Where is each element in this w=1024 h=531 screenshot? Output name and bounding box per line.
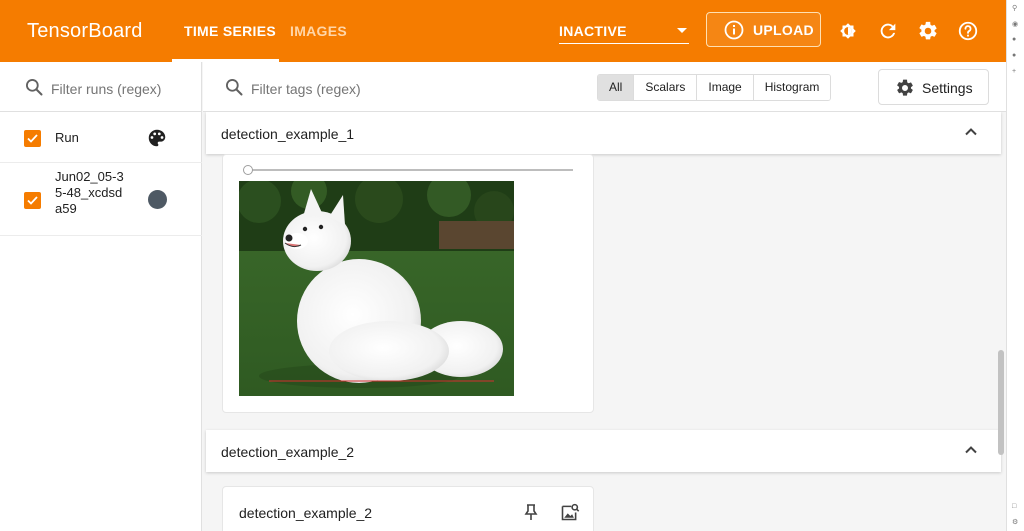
tab-images[interactable]: IMAGES xyxy=(290,23,347,39)
select-all-runs-checkbox[interactable] xyxy=(24,130,41,147)
settings-icon xyxy=(897,79,913,96)
plugin-select-value: INACTIVE xyxy=(559,23,627,39)
top-app-bar: TensorBoard TIME SERIES IMAGES INACTIVE … xyxy=(0,0,1006,62)
type-image-button[interactable]: Image xyxy=(697,75,754,100)
tags-filter-input[interactable]: Filter tags (regex) xyxy=(251,81,361,97)
strip-apps-icon[interactable]: ● xyxy=(1012,36,1016,43)
checkmark-icon xyxy=(27,134,38,143)
strip-gear-icon[interactable]: ⚙ xyxy=(1012,518,1018,526)
checkmark-icon xyxy=(27,196,38,205)
group-header-detection-example-1[interactable]: detection_example_1 xyxy=(206,112,1001,154)
help-icon[interactable] xyxy=(957,20,979,42)
strip-search-icon[interactable]: ⚲ xyxy=(1012,4,1017,12)
main-content: detection_example_1 detection_example_2 … xyxy=(203,112,1006,531)
runs-header-label: Run xyxy=(55,130,79,145)
dropdown-caret-icon xyxy=(677,28,687,33)
runs-header-row: Run xyxy=(0,113,202,163)
group-title: detection_example_1 xyxy=(221,126,355,142)
run-checkbox[interactable] xyxy=(24,192,41,209)
tab-time-series[interactable]: TIME SERIES xyxy=(184,23,276,39)
strip-add-icon[interactable]: + xyxy=(1012,68,1016,75)
runs-filter[interactable]: Filter runs (regex) xyxy=(0,62,202,112)
settings-button[interactable]: Settings xyxy=(878,69,989,105)
info-icon xyxy=(724,20,744,40)
content-scrollbar[interactable] xyxy=(998,350,1004,455)
strip-extension-icon[interactable]: ◉ xyxy=(1012,20,1018,28)
strip-github-icon[interactable]: ● xyxy=(1012,52,1016,59)
run-row[interactable]: Jun02_05-35-48_xcdsda59 xyxy=(0,164,202,236)
app-title[interactable]: TensorBoard xyxy=(27,20,143,43)
palette-icon[interactable] xyxy=(146,127,168,149)
upload-label: UPLOAD xyxy=(753,22,814,38)
type-scalars-button[interactable]: Scalars xyxy=(634,75,698,100)
type-all-button[interactable]: All xyxy=(598,75,635,100)
inactive-plugins-select[interactable]: INACTIVE xyxy=(559,20,689,44)
settings-gear-icon[interactable] xyxy=(917,20,939,42)
theme-toggle-icon[interactable] xyxy=(837,20,859,42)
run-name: Jun02_05-35-48_xcdsda59 xyxy=(55,169,124,216)
type-histogram-button[interactable]: Histogram xyxy=(753,75,831,100)
search-icon xyxy=(226,79,243,96)
pin-icon[interactable] xyxy=(523,503,539,521)
step-slider-thumb[interactable] xyxy=(243,165,253,175)
group-title: detection_example_2 xyxy=(221,444,355,460)
group-header-detection-example-2[interactable]: detection_example_2 xyxy=(206,430,1001,472)
runs-filter-placeholder: Filter runs (regex) xyxy=(51,81,162,97)
reload-icon[interactable] xyxy=(877,20,899,42)
runs-sidebar: Filter runs (regex) Run Jun02_05-35-48_x… xyxy=(0,62,202,531)
card-title: detection_example_2 xyxy=(239,505,373,521)
main-toolbar: Filter tags (regex) All Scalars Image Hi… xyxy=(203,62,1006,112)
step-slider-track[interactable] xyxy=(251,169,573,171)
chevron-up-icon[interactable] xyxy=(963,124,979,140)
dog-detection-image[interactable] xyxy=(239,181,514,396)
image-card xyxy=(222,154,594,413)
image-card: detection_example_2 xyxy=(222,486,594,531)
chevron-up-icon[interactable] xyxy=(963,442,979,458)
search-icon xyxy=(26,79,43,96)
browser-side-strip: ⚲ ◉ ● ● + □ ⚙ xyxy=(1006,0,1024,531)
image-search-icon[interactable] xyxy=(559,502,580,523)
settings-label: Settings xyxy=(922,80,973,96)
upload-button[interactable]: UPLOAD xyxy=(706,12,821,47)
plugin-type-toggle-group: All Scalars Image Histogram xyxy=(597,74,832,101)
run-color-swatch[interactable] xyxy=(148,190,167,209)
strip-window-icon[interactable]: □ xyxy=(1012,503,1016,510)
